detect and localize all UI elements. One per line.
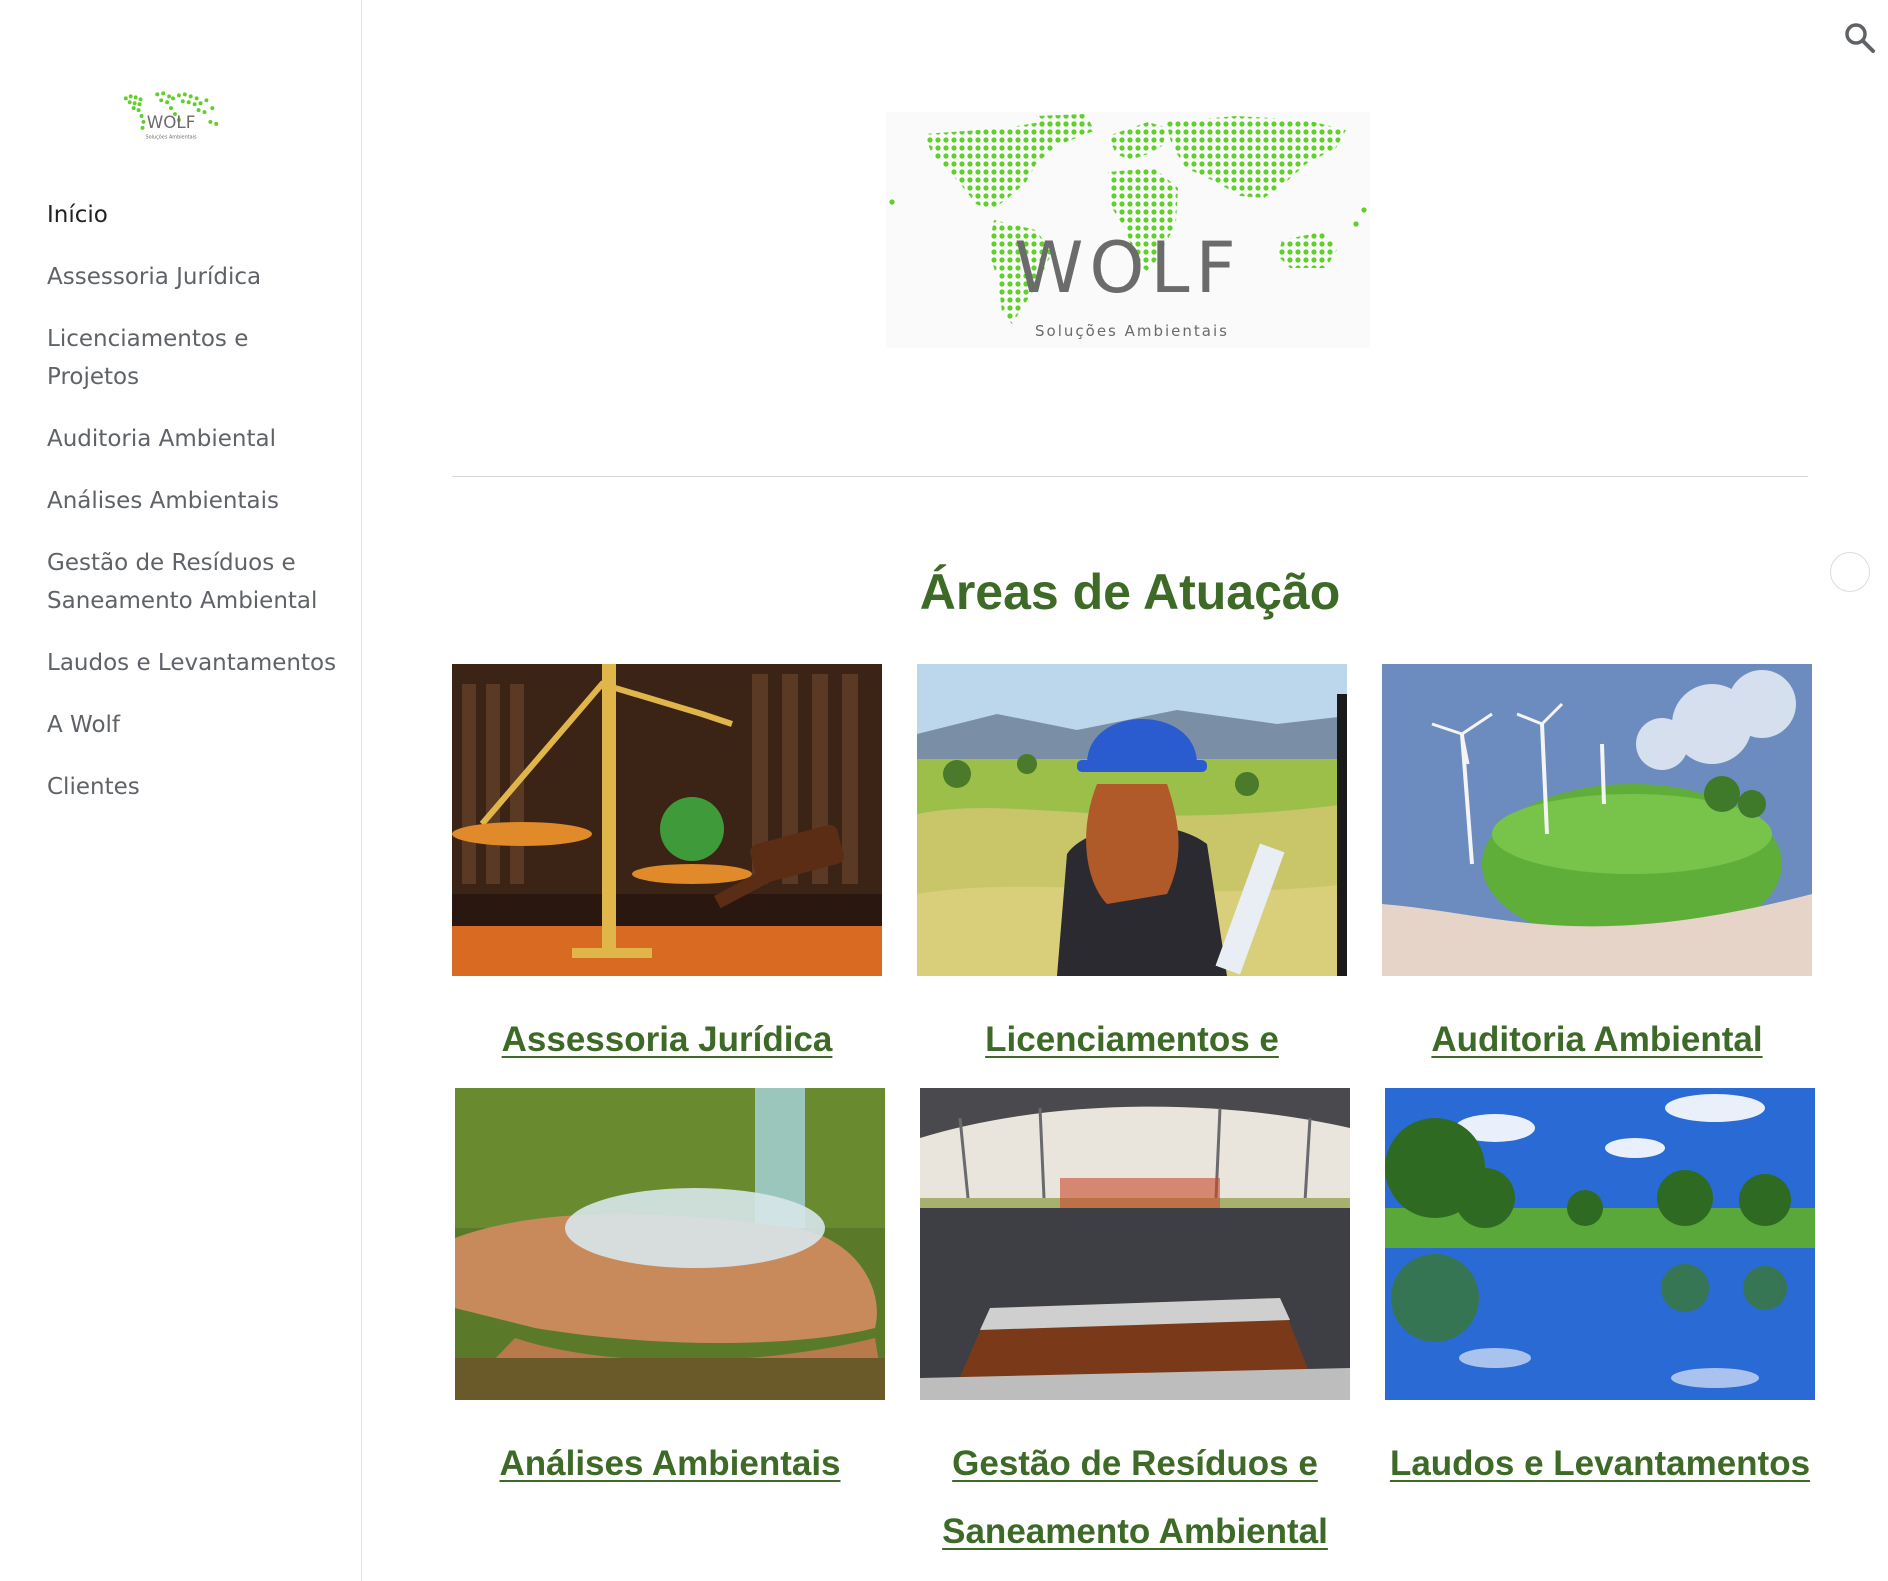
service-card-laudos-e-levantamentos: Laudos e Levantamentos [1385,1088,1815,1498]
sidebar: WOLF Soluções Ambientais Início Assessor… [0,0,362,1581]
world-map-logo-icon: WOLF Soluções Ambientais [886,112,1370,348]
svg-text:Soluções Ambientais: Soluções Ambientais [146,135,197,141]
card-link-assessoria-juridica[interactable]: Assessoria Jurídica [452,1006,882,1074]
header-logo: WOLF Soluções Ambientais [886,112,1370,348]
sidebar-item-licenciamentos-e-projetos[interactable]: Licenciamentos e Projetos [47,320,347,396]
sidebar-item-clientes[interactable]: Clientes [47,768,347,806]
card-link-licenciamentos-e-projetos[interactable]: Licenciamentos e Projetos [917,1006,1347,1074]
search-icon [1845,23,1875,53]
sidebar-item-laudos-e-levantamentos[interactable]: Laudos e Levantamentos [47,644,347,682]
service-card-licenciamentos-e-projetos: Licenciamentos e Projetos [917,664,1347,1074]
sidebar-item-assessoria-juridica[interactable]: Assessoria Jurídica [47,258,347,296]
svg-text:WOLF: WOLF [1014,227,1242,309]
card-link-laudos-e-levantamentos[interactable]: Laudos e Levantamentos [1385,1430,1815,1498]
section-title: Áreas de Atuação [919,564,1341,620]
service-card-auditoria-ambiental: Auditoria Ambiental [1382,664,1812,1074]
search-button[interactable] [1840,18,1880,58]
green-globe-hand-image[interactable] [1382,664,1812,976]
sidebar-item-gestao-de-residuos[interactable]: Gestão de Resíduos e Saneamento Ambienta… [47,544,347,620]
sidebar-item-auditoria-ambiental[interactable]: Auditoria Ambiental [47,420,347,458]
side-panel-handle[interactable] [1830,552,1870,592]
site-logo[interactable]: WOLF Soluções Ambientais [114,88,232,146]
world-map-logo-icon: WOLF Soluções Ambientais [123,91,219,141]
header-divider [452,476,1808,477]
service-card-assessoria-juridica: Assessoria Jurídica [452,664,882,1074]
card-link-gestao-de-residuos[interactable]: Gestão de Resíduos e Saneamento Ambienta… [920,1430,1350,1566]
service-card-analises-ambientais: Análises Ambientais [455,1088,885,1498]
sidebar-nav: Início Assessoria Jurídica Licenciamento… [47,196,347,830]
sidebar-item-a-wolf[interactable]: A Wolf [47,706,347,744]
card-link-auditoria-ambiental[interactable]: Auditoria Ambiental [1382,1006,1812,1074]
lake-trees-image[interactable] [1385,1088,1815,1400]
svg-text:WOLF: WOLF [147,112,196,132]
card-link-analises-ambientais[interactable]: Análises Ambientais [455,1430,885,1498]
water-hands-image[interactable] [455,1088,885,1400]
scales-of-justice-image[interactable] [452,664,882,976]
svg-text:Soluções Ambientais: Soluções Ambientais [1035,322,1229,340]
lined-pond-image[interactable] [920,1088,1350,1400]
engineer-hardhat-image[interactable] [917,664,1347,976]
sidebar-item-inicio[interactable]: Início [47,196,347,234]
service-card-gestao-de-residuos: Gestão de Resíduos e Saneamento Ambienta… [920,1088,1350,1566]
sidebar-item-analises-ambientais[interactable]: Análises Ambientais [47,482,347,520]
